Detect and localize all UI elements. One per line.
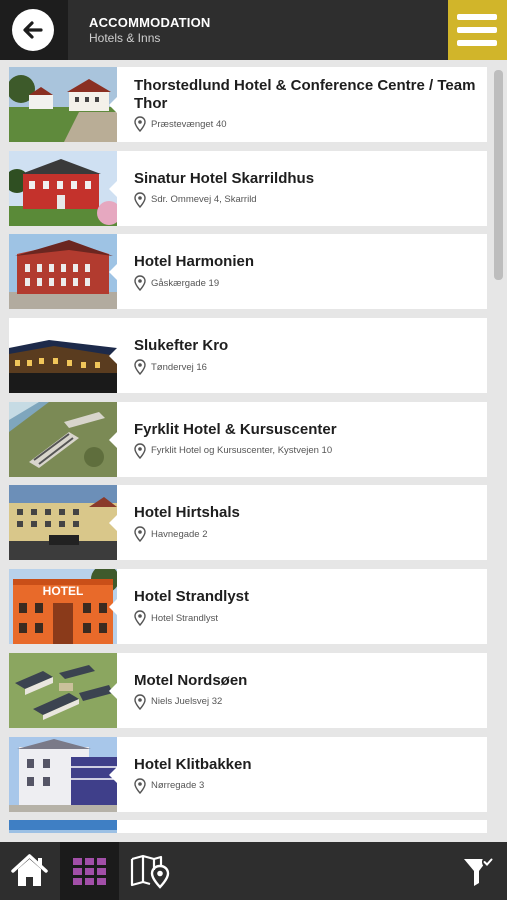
hotel-name: Hotel Hirtshals [134, 504, 240, 522]
list-item[interactable]: Hotel Hirtshals Havnegade 2 [9, 485, 487, 561]
hotel-photo [9, 234, 117, 310]
home-icon[interactable] [0, 842, 59, 900]
bottom-nav [0, 842, 507, 900]
hotel-name: Motel Nordsøen [134, 671, 248, 689]
list-item[interactable]: Hotel Klitbakken Nørregade 3 [9, 736, 487, 812]
map-button[interactable] [120, 842, 179, 900]
location-pin-icon [134, 116, 146, 132]
list-item[interactable]: Fyrklit Hotel & Kursuscenter Fyrklit Hot… [9, 401, 487, 477]
hotel-sign-text: HOTEL [43, 584, 84, 598]
location-pin-icon [134, 694, 146, 710]
list-item[interactable]: Sinatur Hotel Skarrildhus Sdr. Ommevej 4… [9, 150, 487, 226]
list-item[interactable]: Motel Nordsøen Niels Juelsvej 32 [9, 652, 487, 728]
hotel-photo [9, 67, 117, 142]
map-icon[interactable] [120, 842, 179, 900]
hotel-name: Hotel Strandlyst [134, 588, 250, 606]
location-pin-icon [134, 610, 146, 627]
hotel-name: Slukefter Kro [134, 337, 229, 355]
hotel-address: Tøndervej 16 [151, 361, 207, 373]
location-pin-icon [134, 191, 146, 208]
filter-icon[interactable] [448, 842, 507, 900]
hamburger-menu-icon[interactable] [457, 12, 497, 48]
app-header: ACCOMMODATION Hotels & Inns [0, 0, 507, 60]
back-button[interactable] [0, 0, 68, 60]
hotel-name: Hotel Klitbakken [134, 755, 252, 773]
hotel-name: Fyrklit Hotel & Kursuscenter [134, 420, 337, 438]
location-pin-icon [134, 443, 146, 459]
hotel-address: Havnegade 2 [151, 528, 208, 540]
section-subtitle: Hotels & Inns [89, 31, 161, 45]
hotel-photo [9, 820, 117, 833]
list-item[interactable]: Slukefter Kro Tøndervej 16 [9, 318, 487, 394]
list-item[interactable]: Thorstedlund Hotel & Conference Centre /… [9, 67, 487, 142]
scrollbar[interactable] [494, 70, 503, 280]
list-item[interactable]: Hotel Harmonien Gåskærgade 19 [9, 234, 487, 310]
hotel-list[interactable]: Thorstedlund Hotel & Conference Centre /… [9, 67, 487, 833]
hotel-address: Sdr. Ommevej 4, Skarrild [151, 194, 257, 206]
hotel-photo [9, 736, 117, 812]
back-arrow-icon[interactable] [12, 9, 54, 51]
filter-button[interactable] [448, 842, 507, 900]
home-button[interactable] [0, 842, 59, 900]
hotel-address: Niels Juelsvej 32 [151, 696, 223, 708]
hotel-name: Thorstedlund Hotel & Conference Centre /… [134, 77, 476, 112]
hotel-photo [9, 401, 117, 477]
location-pin-icon [134, 275, 146, 292]
section-title: ACCOMMODATION [89, 15, 211, 30]
hotel-address: Nørregade 3 [151, 780, 205, 791]
hotel-photo [9, 318, 117, 394]
location-pin-icon [134, 526, 146, 543]
hotel-name: Sinatur Hotel Skarrildhus [134, 169, 315, 187]
hotel-address: Gåskærgade 19 [151, 277, 220, 289]
hotel-address: Fyrklit Hotel og Kursuscenter, Kystvejen… [151, 445, 333, 457]
hotel-photo [9, 485, 117, 561]
hotel-address: Præstevænget 40 [151, 118, 227, 130]
location-pin-icon [134, 777, 146, 794]
grid-view-button[interactable] [60, 842, 119, 900]
hotel-address: Hotel Strandlyst [151, 612, 219, 624]
header-titles: ACCOMMODATION Hotels & Inns [89, 15, 211, 46]
hotel-photo [9, 150, 117, 226]
hotel-name: Hotel Harmonien [134, 253, 255, 271]
hotel-photo: HOTEL [9, 569, 117, 645]
list-item[interactable] [9, 820, 487, 833]
location-pin-icon [134, 359, 146, 376]
menu-button[interactable] [448, 0, 507, 60]
hotel-photo [9, 652, 117, 728]
grid-view-icon[interactable] [60, 842, 119, 900]
list-item[interactable]: HOTEL Hotel Strandlyst Hotel Strandlyst [9, 569, 487, 645]
